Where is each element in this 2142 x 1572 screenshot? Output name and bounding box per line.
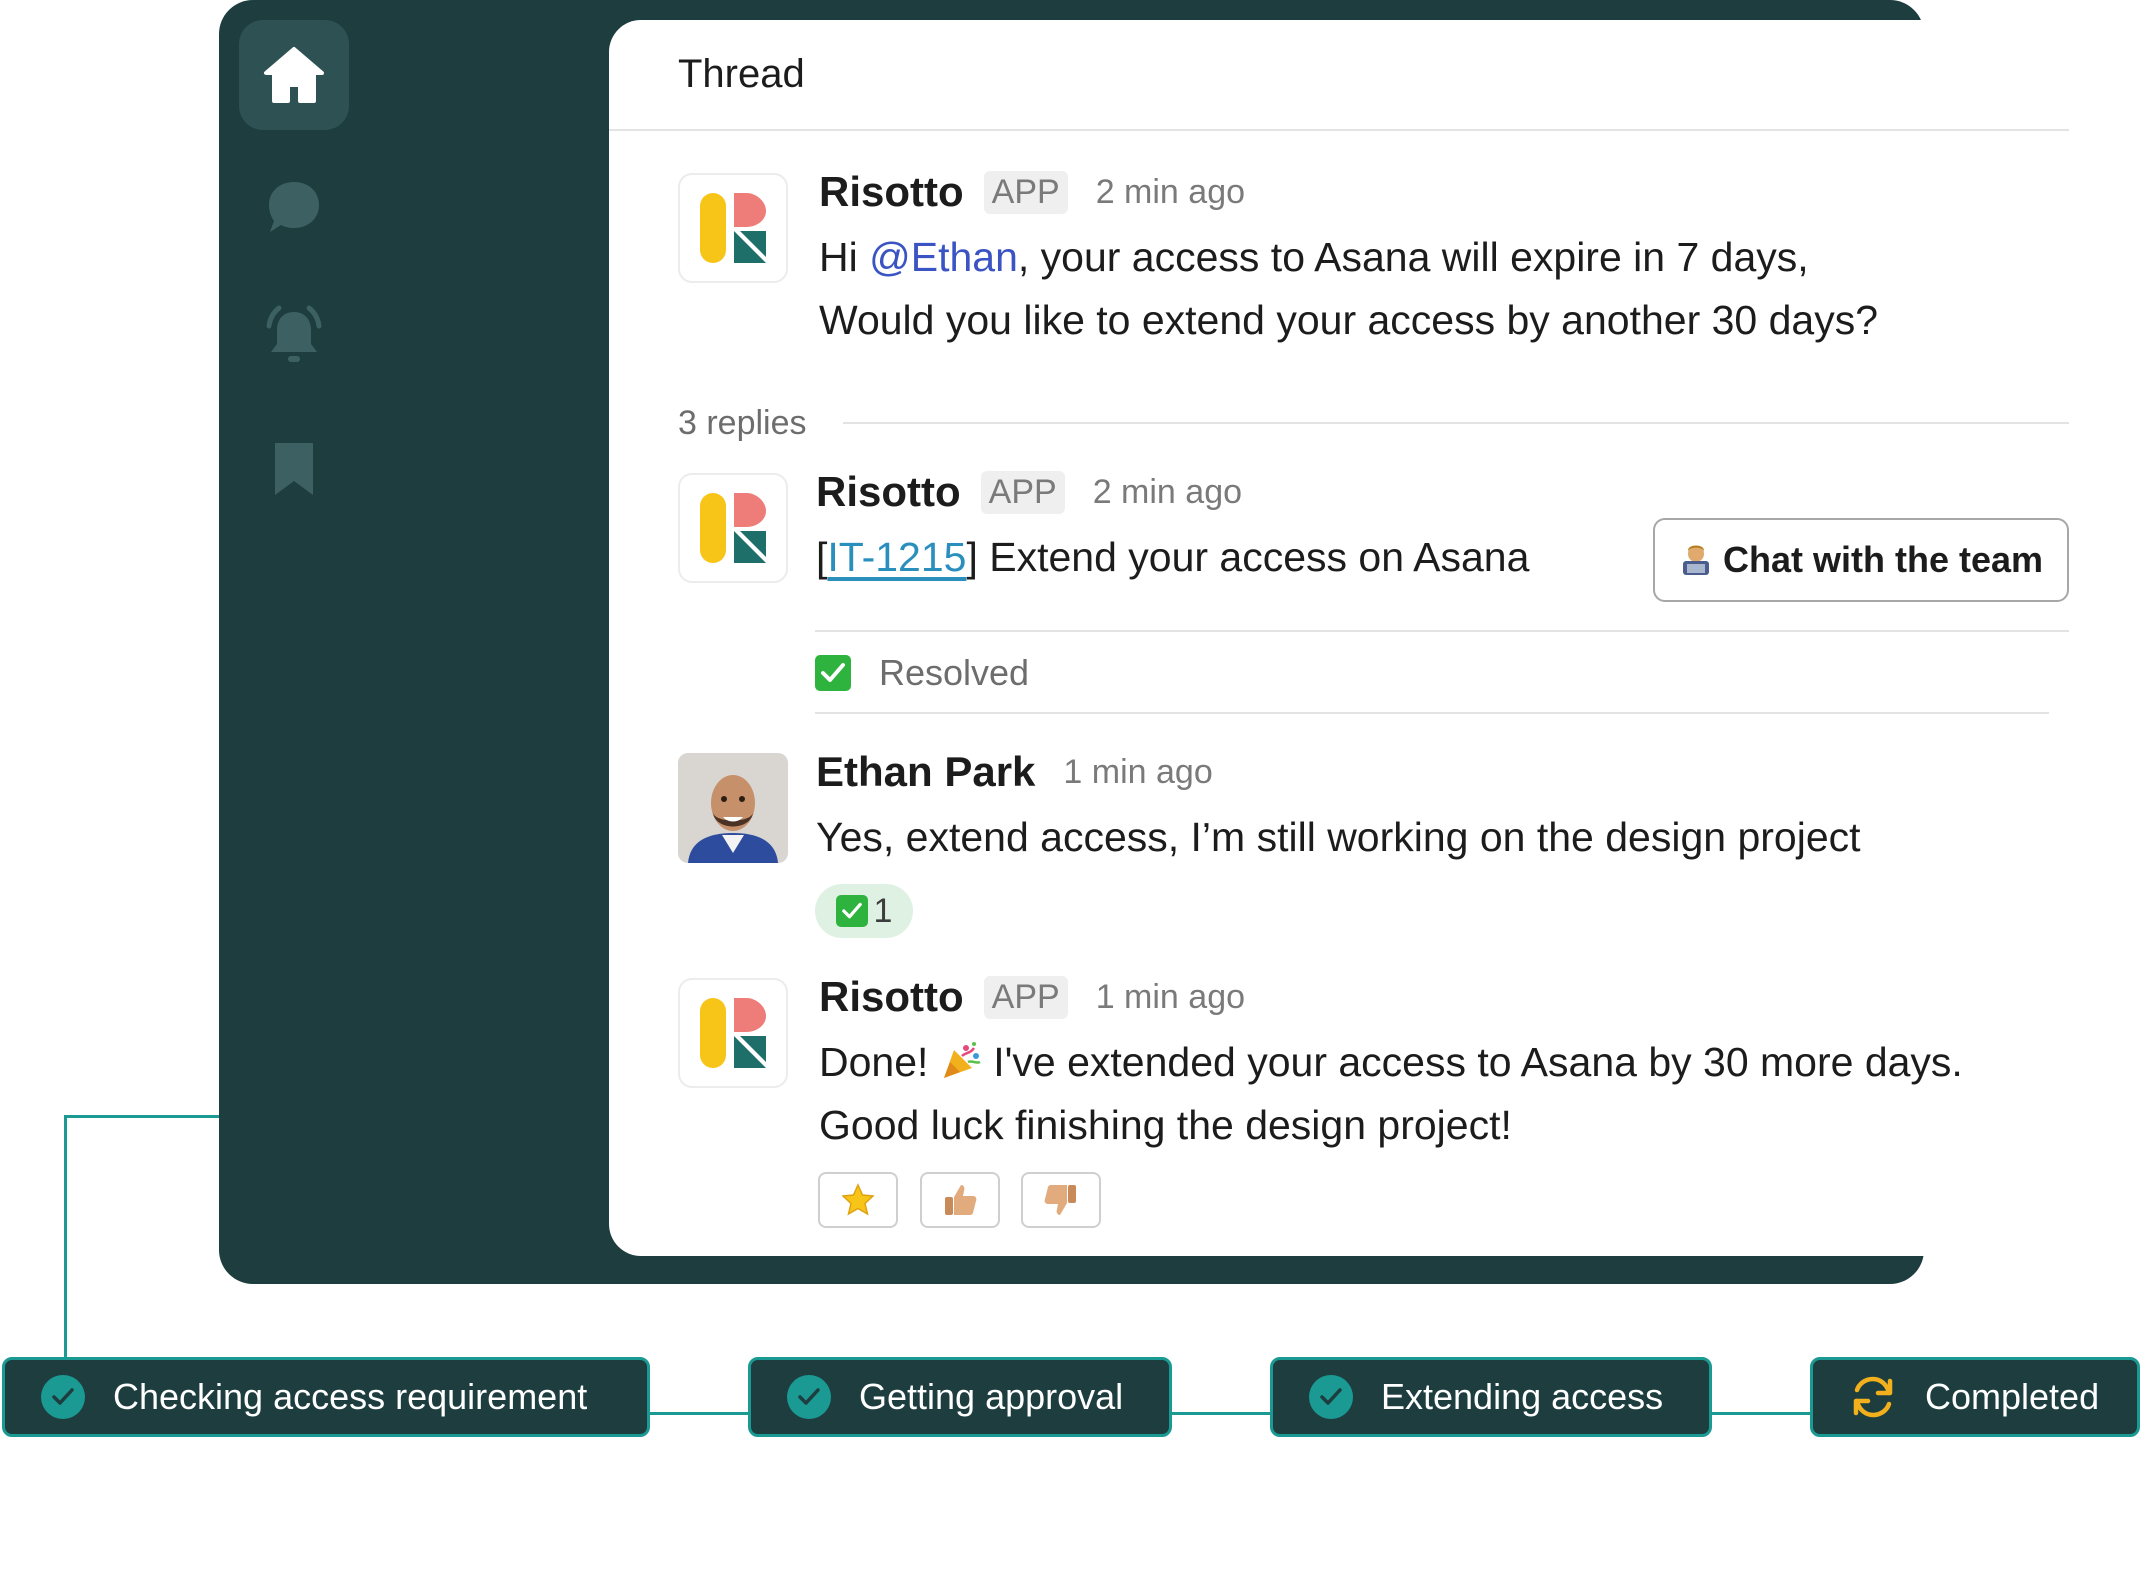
ticket-link[interactable]: IT-1215 [827, 534, 966, 580]
step-completed: Completed [1810, 1357, 2140, 1437]
thumbs-up-reaction-button[interactable] [920, 1172, 1000, 1228]
party-popper-icon [943, 1042, 981, 1078]
message-line: Would you like to extend your access by … [819, 297, 1879, 343]
message-body: [IT-1215] Extend your access on Asana [816, 534, 1530, 580]
thumbs-up-icon [945, 1185, 977, 1215]
check-circle-icon [1309, 1375, 1353, 1419]
status-label: Resolved [879, 652, 1030, 693]
flow-connector-top [64, 1115, 222, 1118]
timestamp[interactable]: 2 min ago [1096, 173, 1245, 212]
author-name[interactable]: Risotto [819, 168, 964, 216]
replies-count[interactable]: 3 replies [678, 404, 807, 443]
step-label: Completed [1925, 1376, 2100, 1417]
technologist-emoji-icon [1682, 545, 1709, 575]
message-body: Hi @Ethan, your access to Asana will exp… [819, 226, 1878, 352]
app-badge: APP [980, 470, 1065, 514]
sidebar-item-notifications[interactable] [239, 280, 349, 390]
message-line: Hi @Ethan, your access to Asana will exp… [819, 234, 1809, 280]
timestamp[interactable]: 1 min ago [1096, 978, 1245, 1017]
check-circle-icon [787, 1375, 831, 1419]
message-body: Done! I've extended your access to Asana… [819, 1031, 1963, 1157]
flow-connector-vertical [64, 1115, 67, 1359]
divider [815, 712, 2049, 714]
check-mark-icon [815, 655, 851, 691]
message-line: Done! I've extended your access to Asana… [819, 1039, 1963, 1085]
step-label: Checking access requirement [113, 1376, 588, 1417]
user-mention[interactable]: @Ethan [869, 234, 1018, 280]
chat-button-label: Chat with the team [1722, 539, 2044, 580]
author-name[interactable]: Ethan Park [816, 748, 1035, 796]
bookmark-icon [275, 443, 313, 495]
page-title: Thread [678, 52, 805, 96]
step-getting-approval: Getting approval [748, 1357, 1172, 1437]
thumbs-down-icon [1044, 1185, 1076, 1215]
check-circle-icon [41, 1375, 85, 1419]
step-extending-access: Extending access [1270, 1357, 1712, 1437]
thumbs-down-reaction-button[interactable] [1021, 1172, 1101, 1228]
chat-with-team-button[interactable]: Chat with the team [1653, 518, 2069, 602]
thread-panel: Thread Risotto APP 2 min ago Hi @Ethan, … [609, 20, 2121, 1256]
sidebar [219, 0, 391, 1284]
reaction-count: 1 [873, 891, 893, 930]
star-icon [841, 1183, 875, 1216]
user-photo [678, 753, 788, 863]
flow-connector [648, 1412, 748, 1415]
timestamp[interactable]: 2 min ago [1093, 473, 1242, 512]
step-label: Getting approval [859, 1376, 1124, 1417]
risotto-logo-icon [700, 493, 766, 563]
app-window: Thread Risotto APP 2 min ago Hi @Ethan, … [219, 0, 2121, 1284]
bell-alert-icon [266, 305, 322, 362]
resolved-status: Resolved [815, 652, 1029, 694]
author-name[interactable]: Risotto [819, 973, 964, 1021]
step-checking-access: Checking access requirement [2, 1357, 650, 1437]
divider [609, 129, 2069, 131]
message-header: Risotto APP 1 min ago [819, 973, 1245, 1021]
message-header: Ethan Park 1 min ago [816, 748, 1213, 796]
home-icon [264, 47, 324, 103]
message-header: Risotto APP 2 min ago [816, 468, 1242, 516]
app-badge: APP [983, 975, 1068, 1019]
avatar[interactable] [678, 753, 788, 863]
risotto-logo-icon [700, 998, 766, 1068]
sidebar-item-messages[interactable] [239, 152, 349, 262]
risotto-avatar[interactable] [678, 173, 788, 283]
risotto-avatar[interactable] [678, 473, 788, 583]
check-mark-icon [835, 895, 868, 927]
timestamp[interactable]: 1 min ago [1063, 753, 1212, 792]
divider [843, 422, 2069, 424]
sidebar-item-saved[interactable] [239, 414, 349, 524]
app-badge: APP [983, 170, 1068, 214]
star-reaction-button[interactable] [818, 1172, 898, 1228]
flow-connector [1711, 1412, 1811, 1415]
sidebar-item-home[interactable] [239, 20, 349, 130]
refresh-icon [1849, 1373, 1897, 1421]
divider [815, 630, 2069, 632]
message-header: Risotto APP 2 min ago [819, 168, 1245, 216]
chat-bubble-icon [269, 182, 319, 232]
author-name[interactable]: Risotto [816, 468, 961, 516]
step-label: Extending access [1381, 1376, 1664, 1417]
message-body: Yes, extend access, I’m still working on… [816, 814, 1861, 860]
reaction-check[interactable]: 1 [815, 884, 913, 938]
risotto-logo-icon [700, 193, 766, 263]
flow-connector [1171, 1412, 1271, 1415]
message-line: Good luck finishing the design project! [819, 1102, 1512, 1148]
risotto-avatar[interactable] [678, 978, 788, 1088]
